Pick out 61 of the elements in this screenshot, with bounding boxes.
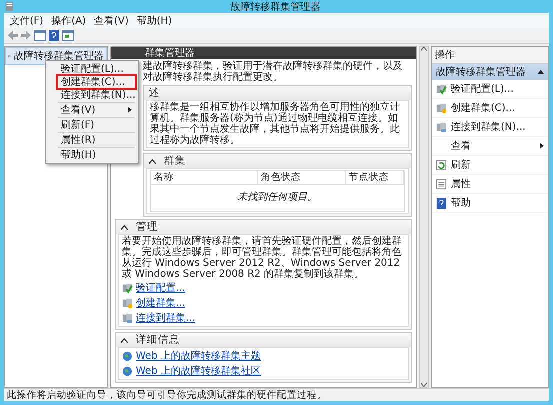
link[interactable]: Web 上的故障转移群集社区 bbox=[122, 364, 261, 378]
column-header[interactable]: 角色状态 bbox=[258, 171, 346, 185]
server-icon bbox=[4, 1, 15, 12]
menu-item[interactable]: 查看(V) bbox=[58, 104, 135, 116]
collapse-caret-icon[interactable] bbox=[121, 224, 128, 230]
connect-server-icon bbox=[122, 312, 133, 324]
action-item[interactable]: 验证配置(L)... bbox=[432, 80, 548, 99]
empty-message: 未找到任何项目。 bbox=[238, 190, 318, 204]
menu-item[interactable]: 帮助(H) bbox=[136, 14, 172, 28]
link[interactable]: 连接到群集... bbox=[122, 311, 196, 325]
section-title: 述 bbox=[149, 86, 160, 100]
globe-icon bbox=[122, 366, 133, 376]
collapse-caret-icon[interactable] bbox=[121, 338, 128, 342]
section-text: 若要开始使用故障转移群集，请首先验证硬件配置，然后创建群集。完成这些步骤后，即可管理群集。群集管理可能包括将角色从运行 Windows Server 2012 R2、Windows Server 2012 或 Windows Server 2008 R2 的群集复制到该群集。 bbox=[122, 236, 403, 280]
validate-server-icon bbox=[436, 84, 447, 94]
menu-item[interactable]: 连接到群集(N)... bbox=[58, 89, 135, 101]
menu-item[interactable]: 帮助(H) bbox=[58, 149, 135, 161]
submenu-arrow-icon bbox=[540, 143, 544, 149]
menu-item[interactable]: 文件(F) bbox=[10, 14, 44, 28]
properties-icon bbox=[436, 178, 447, 190]
window-title: 故障转移群集管理器 bbox=[230, 0, 322, 14]
create-server-icon bbox=[122, 298, 133, 308]
action-item[interactable]: 连接到群集(N)... bbox=[432, 118, 548, 137]
column-header[interactable]: 节点状态 bbox=[346, 171, 404, 185]
action-item[interactable]: 查看 bbox=[432, 137, 548, 156]
column-header[interactable]: 名称 bbox=[151, 171, 258, 185]
action-item[interactable]: 属性 bbox=[432, 175, 548, 194]
menu-item[interactable]: 刷新(F) bbox=[58, 119, 135, 131]
link[interactable]: 创建群集... bbox=[122, 296, 186, 310]
intro-text: 建故障转移群集，验证用于潜在故障转移群集的硬件，以及对故障转移群集执行配置更改。 bbox=[143, 61, 404, 83]
validate-server-icon bbox=[122, 282, 133, 294]
content-title: 群集管理器 bbox=[145, 47, 195, 60]
menu-item[interactable]: 属性(R) bbox=[58, 134, 135, 146]
console-icon[interactable] bbox=[34, 30, 46, 41]
action-item[interactable]: 帮助 bbox=[432, 194, 548, 213]
action-item[interactable]: 刷新 bbox=[432, 156, 548, 175]
submenu-arrow-icon bbox=[128, 107, 132, 113]
menu-item[interactable]: 查看(V) bbox=[94, 14, 129, 28]
help-icon[interactable] bbox=[49, 30, 59, 41]
scroll-down-icon[interactable] bbox=[421, 383, 427, 387]
scroll-up-icon[interactable] bbox=[421, 47, 427, 51]
menu-item[interactable]: 操作(A) bbox=[52, 14, 86, 28]
console-icon[interactable] bbox=[62, 30, 74, 41]
collapse-caret-icon[interactable] bbox=[149, 158, 156, 164]
link[interactable]: 验证配置... bbox=[122, 281, 186, 295]
section-title: 详细信息 bbox=[136, 333, 180, 347]
help-icon bbox=[436, 198, 447, 208]
globe-icon bbox=[122, 350, 133, 362]
menu-item[interactable]: 创建群集(C)... bbox=[58, 76, 135, 88]
section-title: 群集 bbox=[164, 154, 186, 168]
link[interactable]: Web 上的故障转移群集主题 bbox=[122, 349, 261, 363]
actions-group-header[interactable]: 故障转移群集管理器 bbox=[432, 64, 548, 80]
status-text: 此操作将启动验证向导，该向导可引导你完成测试群集的硬件配置过程。 bbox=[4, 388, 549, 401]
create-server-icon bbox=[436, 102, 447, 114]
section-text: 移群集是一组相互协作以增加服务器角色可用性的独立计算机。群集服务器(称为节点)通过物理电缆相互连接。如果其中一个节点发生故障，其他节点将开始提供服务。此过程称为故障转移。 bbox=[150, 102, 401, 146]
action-item[interactable]: 创建群集(C)... bbox=[432, 99, 548, 118]
menu-item[interactable]: 验证配置(L)... bbox=[58, 63, 135, 75]
section-title: 管理 bbox=[136, 220, 158, 234]
connect-server-icon bbox=[436, 122, 447, 132]
refresh-icon bbox=[436, 160, 447, 170]
actions-title: 操作 bbox=[432, 47, 548, 64]
